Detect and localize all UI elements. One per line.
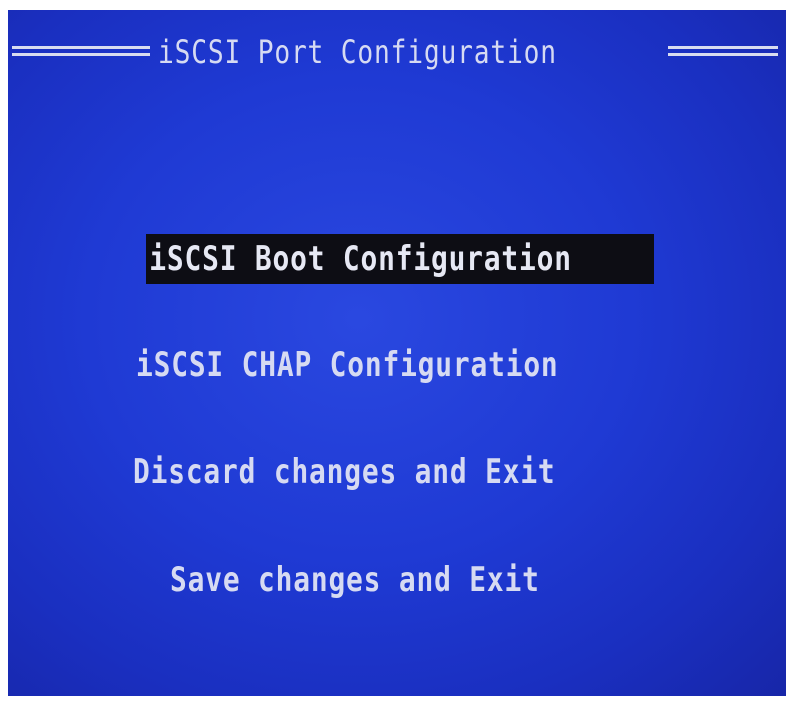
- menu-item-iscsi-chap-configuration[interactable]: iSCSI CHAP Configuration: [136, 340, 656, 390]
- menu-item-label: iSCSI CHAP Configuration: [136, 345, 559, 385]
- port-config-menu: iSCSI Boot Configuration iSCSI CHAP Conf…: [8, 10, 786, 696]
- menu-item-discard-changes-and-exit[interactable]: Discard changes and Exit: [133, 447, 653, 497]
- menu-item-save-changes-and-exit[interactable]: Save changes and Exit: [170, 555, 640, 605]
- menu-item-label: Save changes and Exit: [170, 560, 540, 600]
- menu-item-label: Discard changes and Exit: [133, 452, 556, 492]
- menu-item-label: iSCSI Boot Configuration: [149, 239, 572, 279]
- menu-item-iscsi-boot-configuration[interactable]: iSCSI Boot Configuration: [146, 234, 654, 284]
- bios-screen: iSCSI Port Configuration iSCSI Boot Conf…: [8, 10, 786, 696]
